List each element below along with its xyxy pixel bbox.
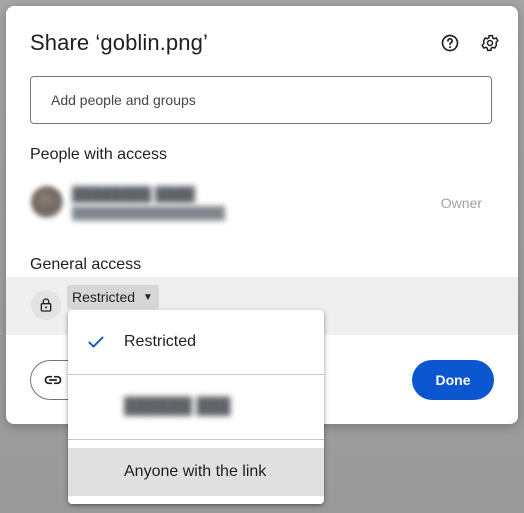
general-access-heading: General access bbox=[30, 256, 142, 273]
general-access-selected-label: Restricted bbox=[72, 289, 136, 305]
help-circle-icon bbox=[441, 34, 459, 52]
dialog-title: Share ‘goblin.png’ bbox=[30, 30, 208, 55]
gear-icon bbox=[481, 34, 499, 52]
caret-down-icon: ▼ bbox=[143, 291, 153, 303]
menu-item-domain-redacted[interactable]: ██████ ███ bbox=[68, 375, 324, 439]
link-icon bbox=[44, 375, 61, 385]
people-with-access-heading: People with access bbox=[30, 146, 167, 163]
menu-item-label: Anyone with the link bbox=[124, 463, 267, 480]
menu-item-anyone-with-link[interactable]: Anyone with the link bbox=[68, 448, 324, 496]
person-row: ████████ ████ ██████████████████ Owner bbox=[6, 178, 518, 234]
check-icon bbox=[88, 336, 104, 348]
person-name-redacted: ████████ ████ bbox=[72, 186, 195, 202]
owner-role-label: Owner bbox=[440, 195, 482, 211]
menu-item-label-redacted: ██████ ███ bbox=[124, 398, 231, 415]
help-button[interactable] bbox=[436, 29, 464, 57]
menu-item-restricted[interactable]: Restricted bbox=[68, 310, 324, 374]
menu-item-label: Restricted bbox=[124, 333, 197, 350]
lock-icon-container bbox=[31, 290, 61, 320]
done-button[interactable]: Done bbox=[412, 360, 494, 400]
avatar bbox=[31, 186, 63, 218]
menu-divider bbox=[68, 439, 324, 440]
general-access-dropdown-menu: Restricted ██████ ███ Anyone with the li… bbox=[68, 310, 324, 504]
settings-button[interactable] bbox=[476, 29, 504, 57]
add-people-input[interactable] bbox=[30, 76, 492, 124]
lock-icon bbox=[40, 298, 52, 312]
general-access-select[interactable]: Restricted ▼ bbox=[67, 285, 159, 309]
person-email-redacted: ██████████████████ bbox=[72, 206, 226, 220]
